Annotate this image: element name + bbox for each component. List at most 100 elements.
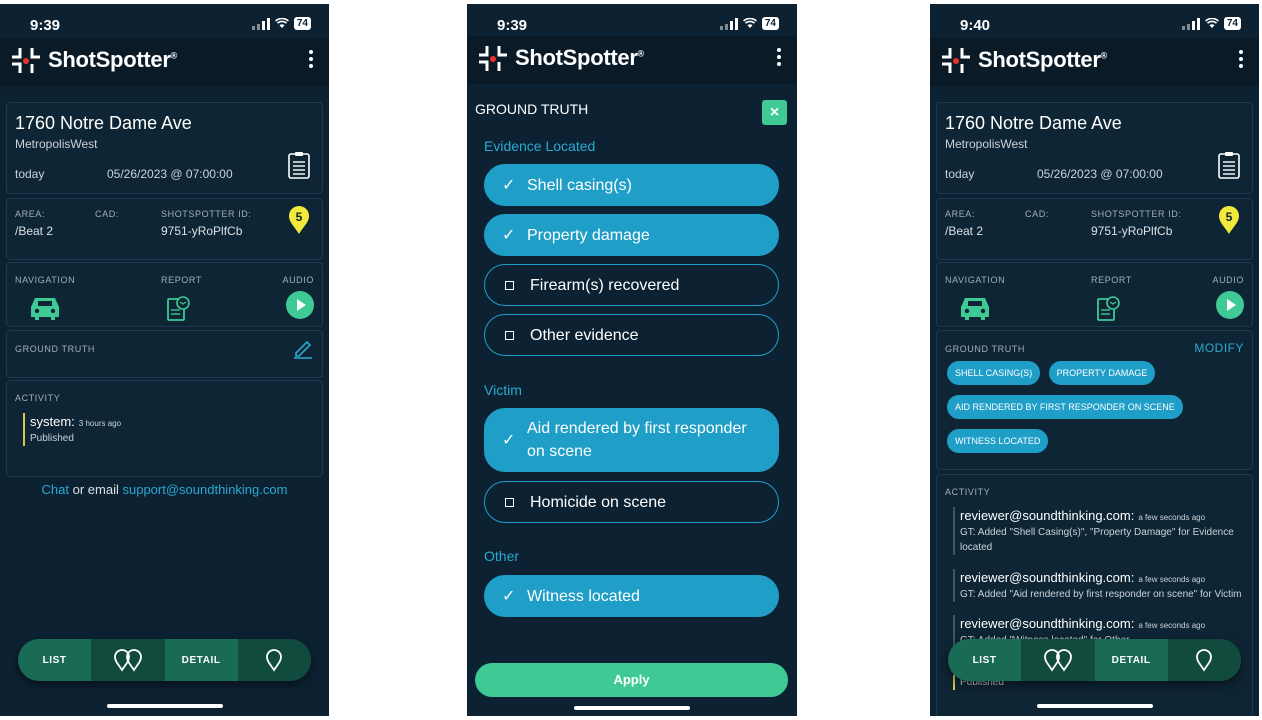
multi-pin-icon: [1043, 649, 1072, 672]
car-icon[interactable]: [27, 295, 63, 321]
play-audio-button[interactable]: [286, 291, 314, 319]
car-icon[interactable]: [957, 295, 993, 321]
option-shell-casings[interactable]: ✓ Shell casing(s): [484, 164, 779, 206]
section-title-evidence: Evidence Located: [484, 138, 596, 154]
close-button[interactable]: ×: [762, 100, 787, 125]
incident-day: today: [15, 167, 45, 181]
clipboard-icon[interactable]: [288, 151, 310, 179]
ground-truth-label: GROUND TRUTH: [15, 344, 96, 354]
ground-truth-card: GROUND TRUTH MODIFY SHELL CASING(S) PROP…: [936, 330, 1253, 470]
status-icons: 74: [719, 17, 779, 30]
area-value: /Beat 2: [945, 224, 984, 238]
activity-label: ACTIVITY: [945, 487, 991, 497]
more-menu-icon[interactable]: [1239, 50, 1243, 71]
nav-list-button[interactable]: LIST: [18, 639, 91, 681]
chat-link[interactable]: Chat: [42, 482, 69, 497]
navigation-label: NAVIGATION: [945, 275, 1006, 285]
option-property-damage[interactable]: ✓ Property damage: [484, 214, 779, 256]
clipboard-icon[interactable]: [1218, 151, 1240, 179]
option-homicide-on-scene[interactable]: Homicide on scene: [484, 481, 779, 523]
battery-icon: 74: [1223, 17, 1241, 30]
option-other-evidence[interactable]: Other evidence: [484, 314, 779, 356]
incident-district: MetropolisWest: [15, 137, 98, 151]
nav-detail-button[interactable]: DETAIL: [165, 639, 238, 681]
incident-address: 1760 Notre Dame Ave: [15, 113, 192, 133]
round-count: 5: [296, 210, 303, 224]
report-label: REPORT: [161, 275, 202, 285]
nav-list-button[interactable]: LIST: [948, 639, 1021, 681]
activity-time: 3 hours ago: [78, 419, 122, 428]
shotspotter-id-value: 9751-yRoPlfCb: [1091, 224, 1173, 238]
area-label: AREA:: [15, 209, 46, 219]
nav-multi-pin-button[interactable]: [1021, 639, 1095, 681]
status-bar: 9:39 74: [0, 14, 329, 36]
signal-icon: [719, 17, 738, 30]
activity-time: a few seconds ago: [1138, 513, 1206, 522]
support-email-link[interactable]: support@soundthinking.com: [122, 482, 287, 497]
map-pin-icon: [266, 649, 283, 672]
gt-chip: WITNESS LOCATED: [947, 429, 1049, 453]
wifi-icon: [274, 18, 289, 28]
navigation-label: NAVIGATION: [15, 275, 76, 285]
support-contact: Chat or email support@soundthinking.com: [41, 482, 288, 497]
report-label: REPORT: [1091, 275, 1132, 285]
activity-entry: reviewer@soundthinking.com: a few seconds…: [953, 507, 1245, 555]
app-header: ShotSpotter®: [930, 38, 1259, 86]
home-indicator: [106, 704, 223, 708]
incident-datetime: 05/26/2023 @ 07:00:00: [1037, 167, 1163, 181]
area-value: /Beat 2: [15, 224, 54, 238]
nav-multi-pin-button[interactable]: [91, 639, 165, 681]
bottom-nav: LIST DETAIL: [18, 639, 311, 681]
brand-name: ShotSpotter®: [48, 47, 177, 72]
audio-label: AUDIO: [1212, 275, 1244, 285]
gt-chip: AID RENDERED BY FIRST RESPONDER ON SCENE: [947, 395, 1183, 419]
cad-label: CAD:: [1025, 209, 1049, 219]
report-icon[interactable]: [167, 295, 191, 321]
round-count: 5: [1226, 210, 1233, 224]
round-count-pin-icon: 5: [1219, 206, 1239, 234]
play-audio-button[interactable]: [1216, 291, 1244, 319]
apply-button[interactable]: Apply: [475, 663, 788, 697]
activity-user: reviewer@soundthinking.com:: [960, 570, 1135, 585]
ground-truth-chips: SHELL CASING(S) PROPERTY DAMAGE AID REND…: [947, 361, 1242, 463]
actions-card: NAVIGATION REPORT AUDIO: [936, 262, 1253, 327]
modify-button[interactable]: MODIFY: [1194, 341, 1244, 355]
multi-pin-icon: [113, 649, 142, 672]
ground-truth-label: GROUND TRUTH: [945, 344, 1026, 354]
pencil-icon[interactable]: [292, 337, 314, 359]
nav-detail-button[interactable]: DETAIL: [1095, 639, 1168, 681]
brand-name: ShotSpotter®: [978, 47, 1107, 72]
activity-message: GT: Added "Aid rendered by first respond…: [960, 589, 1242, 600]
option-witness-located[interactable]: ✓ Witness located: [484, 575, 779, 617]
check-icon: ✓: [502, 432, 516, 449]
nav-map-pin-button[interactable]: [237, 639, 311, 681]
activity-time: a few seconds ago: [1138, 575, 1206, 584]
cad-label: CAD:: [95, 209, 119, 219]
wifi-icon: [742, 18, 757, 28]
signal-icon: [251, 17, 270, 30]
home-indicator: [574, 706, 690, 710]
checkbox-icon: [505, 330, 514, 340]
audio-label: AUDIO: [282, 275, 314, 285]
phone-screen-detail: 9:39 74 ShotSpotter® 1760 Notre Dame Ave…: [0, 4, 329, 716]
section-title-other: Other: [484, 548, 520, 564]
report-icon[interactable]: [1097, 295, 1121, 321]
phone-screen-ground-truth-modal: 9:39 74 ShotSpotter® GROUND TRUTH × Evid…: [467, 4, 797, 716]
ground-truth-card: GROUND TRUTH: [6, 330, 323, 378]
status-time: 9:39: [30, 17, 61, 34]
activity-entry: system: 3 hours ago Published: [23, 413, 121, 446]
battery-icon: 74: [761, 17, 779, 30]
more-menu-icon[interactable]: [309, 50, 313, 71]
option-aid-rendered[interactable]: ✓ Aid rendered by first responder on scen…: [484, 408, 779, 472]
check-icon: ✓: [502, 588, 516, 605]
app-header: ShotSpotter®: [0, 38, 329, 86]
incident-card: 1760 Notre Dame Ave MetropolisWest today…: [6, 102, 323, 194]
status-icons: 74: [251, 17, 311, 30]
wifi-icon: [1204, 18, 1219, 28]
more-menu-icon[interactable]: [777, 48, 781, 69]
status-bar: 9:39 74: [467, 14, 797, 36]
option-firearms-recovered[interactable]: Firearm(s) recovered: [484, 264, 779, 306]
activity-message: GT: Added "Shell Casing(s)", "Property D…: [960, 527, 1234, 553]
nav-map-pin-button[interactable]: [1167, 639, 1241, 681]
activity-entry: reviewer@soundthinking.com: a few seconds…: [953, 569, 1245, 602]
